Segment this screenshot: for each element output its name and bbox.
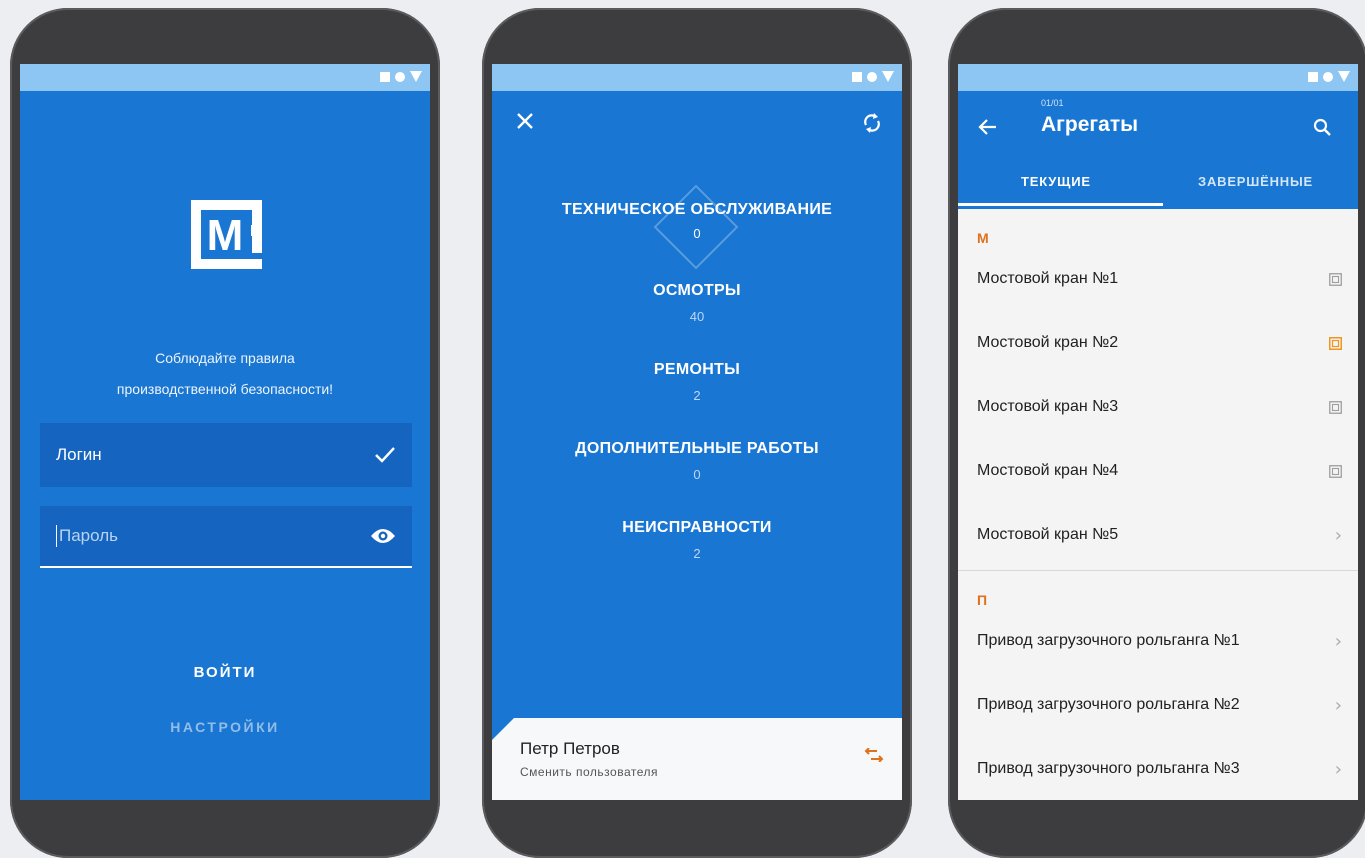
check-icon (375, 447, 395, 463)
stat-faults[interactable]: НЕИСПРАВНОСТИ 2 (492, 519, 902, 561)
list-item[interactable]: Мостовой кран №4 (958, 439, 1358, 503)
circle-icon (1323, 71, 1333, 82)
chevron-right-icon: › (1334, 694, 1342, 716)
list-item[interactable]: Привод загрузочного рольганга №2 › (958, 673, 1358, 737)
list-item[interactable]: Мостовой кран №1 (958, 247, 1358, 311)
stat-repairs[interactable]: РЕМОНТЫ 2 (492, 361, 902, 403)
logo-letter: M (207, 211, 244, 260)
search-icon[interactable] (1313, 118, 1332, 137)
list-item[interactable]: Мостовой кран №3 (958, 375, 1358, 439)
phone-menu: ТЕХНИЧЕСКОЕ ОБСЛУЖИВАНИЕ 0 ОСМОТРЫ 40 РЕ… (482, 8, 912, 858)
password-input[interactable] (56, 525, 321, 547)
stat-value: 2 (693, 388, 701, 403)
login-value: Логин (56, 445, 102, 464)
app-logo: M (191, 200, 262, 269)
tab-completed[interactable]: ЗАВЕРШЁННЫЕ (1198, 174, 1313, 189)
settings-button[interactable]: НАСТРОЙКИ (20, 719, 430, 735)
tab-current[interactable]: ТЕКУЩИЕ (1021, 174, 1091, 189)
chevron-right-icon: › (1334, 524, 1342, 546)
item-label: Мостовой кран №1 (977, 270, 1119, 287)
stat-inspections[interactable]: ОСМОТРЫ 40 (492, 282, 902, 324)
status-bar (492, 64, 902, 91)
chevron-right-icon: › (1334, 758, 1342, 780)
stat-value: 40 (689, 309, 705, 324)
section-header: М (977, 230, 989, 246)
status-bar (958, 64, 1358, 91)
nfc-tag-icon (1329, 400, 1342, 414)
item-label: Привод загрузочного рольганга №3 (977, 760, 1240, 777)
safety-line-2: производственной безопасности! (116, 381, 334, 397)
phone-login: M Соблюдайте правила производственной бе… (10, 8, 440, 858)
login-screen: M Соблюдайте правила производственной бе… (20, 64, 430, 800)
status-bar (20, 64, 430, 91)
section-header: П (977, 592, 988, 608)
login-field[interactable]: Логин (40, 423, 412, 487)
nfc-tag-icon (1329, 272, 1342, 286)
stat-additional-works[interactable]: ДОПОЛНИТЕЛЬНЫЕ РАБОТЫ 0 (492, 440, 902, 482)
circle-icon (395, 71, 405, 82)
stat-value: 0 (693, 226, 701, 241)
password-field[interactable] (40, 506, 412, 568)
stat-label: НЕИСПРАВНОСТИ (622, 519, 772, 536)
nfc-tag-icon (1329, 336, 1342, 350)
stat-label: ОСМОТРЫ (653, 282, 741, 299)
page-counter: 01/01 (1041, 98, 1064, 108)
item-label: Мостовой кран №4 (977, 462, 1119, 479)
page-title: Агрегаты (1041, 113, 1139, 136)
safety-message: Соблюдайте правила производственной безо… (20, 343, 430, 405)
list-item[interactable]: Мостовой кран №5 › (958, 503, 1358, 567)
close-icon[interactable] (516, 112, 534, 130)
item-label: Привод загрузочного рольганга №1 (977, 632, 1240, 649)
item-label: Мостовой кран №5 (977, 526, 1119, 543)
user-name: Петр Петров (520, 739, 620, 758)
menu-screen: ТЕХНИЧЕСКОЕ ОБСЛУЖИВАНИЕ 0 ОСМОТРЫ 40 РЕ… (492, 64, 902, 800)
list-item[interactable]: Привод загрузочного рольганга №1 › (958, 609, 1358, 673)
switch-user-label: Сменить пользователя (520, 765, 658, 779)
chevron-right-icon: › (1334, 630, 1342, 652)
user-panel[interactable]: Петр Петров Сменить пользователя (492, 718, 902, 800)
square-icon (852, 71, 862, 82)
stat-value: 0 (693, 467, 701, 482)
item-label: Мостовой кран №3 (977, 398, 1119, 415)
login-button[interactable]: ВОЙТИ (20, 664, 430, 681)
sync-icon[interactable] (862, 112, 882, 134)
swap-icon[interactable] (864, 748, 884, 762)
square-icon (380, 71, 390, 82)
circle-icon (867, 71, 877, 82)
units-screen: 01/01 Агрегаты ТЕКУЩИЕ ЗАВЕРШЁННЫЕ М Мос… (958, 64, 1358, 800)
eye-icon[interactable] (370, 527, 396, 545)
square-icon (1308, 71, 1318, 82)
list-item[interactable]: Привод загрузочного рольганга №3 › (958, 737, 1358, 800)
arrow-left-icon[interactable] (978, 118, 998, 136)
triangle-icon (1338, 71, 1350, 82)
phone-units: 01/01 Агрегаты ТЕКУЩИЕ ЗАВЕРШЁННЫЕ М Мос… (948, 8, 1365, 858)
stat-label: РЕМОНТЫ (653, 361, 741, 378)
triangle-icon (882, 71, 894, 82)
item-label: Привод загрузочного рольганга №2 (977, 696, 1240, 713)
safety-line-1: Соблюдайте правила (155, 350, 295, 366)
item-label: Мостовой кран №2 (977, 334, 1119, 351)
app-bar: 01/01 Агрегаты ТЕКУЩИЕ ЗАВЕРШЁННЫЕ (958, 91, 1358, 209)
stat-label: ТЕХНИЧЕСКОЕ ОБСЛУЖИВАНИЕ (561, 201, 833, 218)
stat-label: ДОПОЛНИТЕЛЬНЫЕ РАБОТЫ (575, 440, 819, 457)
triangle-icon (410, 71, 422, 82)
list-item[interactable]: Мостовой кран №2 (958, 311, 1358, 375)
tab-indicator (958, 203, 1163, 206)
units-list: М Мостовой кран №1 Мостовой кран №2 Мост… (958, 209, 1358, 800)
stat-value: 2 (693, 546, 701, 561)
nfc-tag-icon (1329, 464, 1342, 478)
stat-maintenance[interactable]: ТЕХНИЧЕСКОЕ ОБСЛУЖИВАНИЕ 0 (492, 201, 902, 241)
